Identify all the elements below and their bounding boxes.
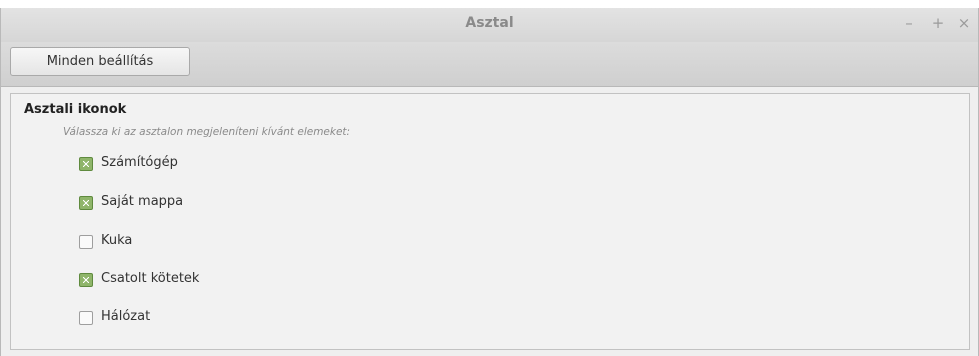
- toolbar: Minden beállítás: [1, 42, 978, 87]
- home-folder-checkbox[interactable]: [79, 196, 93, 210]
- section-title: Asztali ikonok: [24, 102, 127, 117]
- section-description: Válassza ki az asztalon megjeleníteni kí…: [63, 126, 351, 138]
- mounted-volumes-label: Csatolt kötetek: [101, 271, 200, 286]
- window-title: Asztal: [465, 15, 514, 31]
- trash-checkbox[interactable]: [79, 235, 93, 249]
- computer-checkbox[interactable]: [79, 157, 93, 171]
- title-bar[interactable]: Asztal – + ×: [1, 8, 978, 43]
- minimize-icon[interactable]: –: [901, 14, 917, 32]
- desktop-icons-section: Asztali ikonok Válassza ki az asztalon m…: [10, 93, 970, 350]
- trash-label: Kuka: [101, 233, 133, 248]
- close-icon[interactable]: ×: [956, 14, 972, 32]
- mounted-volumes-checkbox[interactable]: [79, 273, 93, 287]
- maximize-icon[interactable]: +: [930, 14, 946, 32]
- settings-window: Asztal – + × Minden beállítás Asztali ik…: [0, 8, 979, 356]
- network-checkbox[interactable]: [79, 311, 93, 325]
- home-folder-label: Saját mappa: [101, 194, 184, 209]
- all-settings-button[interactable]: Minden beállítás: [10, 47, 190, 76]
- network-label: Hálózat: [101, 309, 151, 324]
- computer-label: Számítógép: [101, 155, 178, 170]
